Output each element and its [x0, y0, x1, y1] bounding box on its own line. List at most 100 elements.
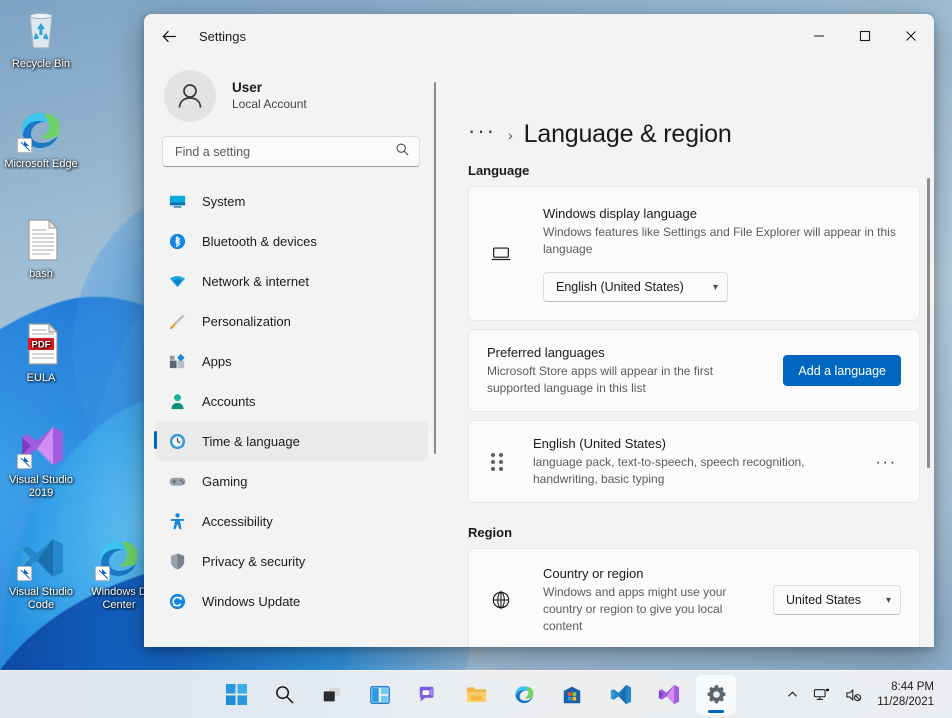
clock-globe-icon [166, 430, 188, 452]
settings-window[interactable]: Settings User Local Account Find a setti… [144, 14, 934, 647]
taskbar: 8:44 PM 11/28/2021 [0, 670, 952, 718]
sidebar-item-personalization[interactable]: Personalization [156, 301, 428, 341]
desktop-icon-label: Visual Studio 2019 [8, 474, 73, 499]
recycle-bin-icon [17, 6, 65, 54]
sidebar-item-time-language[interactable]: Time & language [154, 421, 428, 461]
sidebar-item-accessibility[interactable]: Accessibility [156, 501, 428, 541]
desktop-icon-label: Microsoft Edge [4, 158, 78, 170]
desktop-icon-recycle-bin[interactable]: Recycle Bin [2, 6, 80, 71]
card-description: Windows and apps might use your country … [543, 585, 727, 633]
update-icon [166, 590, 188, 612]
edge-icon [17, 106, 65, 154]
display-language-value: English (United States) [556, 280, 684, 294]
sidebar-item-accounts[interactable]: Accounts [156, 381, 428, 421]
sidebar-item-label: Gaming [202, 473, 248, 489]
file-explorer-button[interactable] [456, 675, 496, 715]
system-tray: 8:44 PM 11/28/2021 [780, 676, 952, 714]
content-scrollbar-thumb[interactable] [927, 178, 930, 468]
microsoft-store-button[interactable] [552, 675, 592, 715]
sidebar-item-label: Accounts [202, 393, 256, 409]
network-icon[interactable] [807, 676, 837, 714]
sidebar-item-bluetooth-devices[interactable]: Bluetooth & devices [156, 221, 428, 261]
maximize-button[interactable] [842, 14, 888, 58]
desktop-icon-visual-studio-code[interactable]: Visual Studio Code [2, 534, 80, 612]
content-scrollbar[interactable] [926, 78, 930, 641]
sidebar-item-apps[interactable]: Apps [156, 341, 428, 381]
taskbar-vscode-button[interactable] [600, 675, 640, 715]
desktop-icon-eula[interactable]: PDF EULA [2, 320, 80, 385]
taskbar-search-button[interactable] [264, 675, 304, 715]
sidebar-item-windows-update[interactable]: Windows Update [156, 581, 428, 621]
taskbar-edge-button[interactable] [504, 675, 544, 715]
svg-text:PDF: PDF [32, 340, 51, 351]
account-subtitle: Local Account [232, 97, 307, 111]
clock-date: 11/28/2021 [877, 695, 934, 708]
clock[interactable]: 8:44 PM 11/28/2021 [871, 680, 942, 710]
accessibility-icon [166, 510, 188, 532]
sidebar-item-label: Personalization [202, 313, 291, 329]
text-file-icon [17, 216, 65, 264]
card-language-entry-english-united-states[interactable]: English (United States) language pack, t… [468, 420, 920, 503]
paintbrush-icon [166, 310, 188, 332]
search-box[interactable] [162, 136, 420, 167]
country-or-region-combobox[interactable]: United States ▾ [773, 585, 901, 615]
account-block[interactable]: User Local Account [144, 58, 440, 136]
search-icon [395, 142, 410, 162]
globe-icon [487, 589, 515, 611]
desktop-icon-bash[interactable]: bash [2, 216, 80, 281]
gamepad-icon [166, 470, 188, 492]
edge-icon [95, 534, 143, 582]
add-a-language-button[interactable]: Add a language [783, 355, 901, 386]
taskbar-visual-studio-button[interactable] [648, 675, 688, 715]
back-button[interactable] [152, 19, 186, 53]
start-button[interactable] [216, 675, 256, 715]
desktop-icon-label: EULA [26, 372, 56, 384]
pdf-file-icon: PDF [17, 320, 65, 368]
breadcrumb: ··· › Language & region [468, 58, 934, 149]
desktop-icon-visual-studio-2019[interactable]: Visual Studio 2019 [2, 422, 80, 500]
chat-button[interactable] [408, 675, 448, 715]
card-preferred-languages[interactable]: Preferred languages Microsoft Store apps… [468, 329, 920, 412]
accounts-icon [166, 390, 188, 412]
sidebar-item-label: System [202, 193, 246, 209]
sidebar-nav: System Bluetooth & devices Network & int… [144, 181, 440, 647]
card-country-or-region[interactable]: Country or region Windows and apps might… [468, 548, 920, 647]
sidebar-item-label: Bluetooth & devices [202, 233, 317, 249]
main-content: ··· › Language & region Language Windows… [440, 58, 934, 647]
breadcrumb-overflow-button[interactable]: ··· [468, 119, 496, 144]
widgets-button[interactable] [360, 675, 400, 715]
desktop-icon-microsoft-edge[interactable]: Microsoft Edge [2, 106, 80, 171]
sidebar-scrollbar[interactable] [430, 82, 440, 647]
bluetooth-icon [166, 230, 188, 252]
card-title: Windows display language [543, 206, 697, 221]
sidebar-scrollbar-thumb[interactable] [434, 82, 436, 454]
page-title: Language & region [523, 120, 732, 148]
sidebar-item-gaming[interactable]: Gaming [156, 461, 428, 501]
sidebar-item-label: Accessibility [202, 513, 273, 529]
search-input[interactable] [175, 144, 395, 159]
card-windows-display-language[interactable]: Windows display language Windows feature… [468, 186, 920, 321]
desktop-icon-label: bash [29, 268, 53, 280]
taskbar-icons [216, 674, 736, 715]
show-hidden-icons-button[interactable] [780, 676, 805, 714]
taskbar-settings-button[interactable] [696, 674, 736, 715]
drag-handle-icon[interactable] [491, 452, 505, 471]
sidebar-item-privacy-security[interactable]: Privacy & security [156, 541, 428, 581]
window-titlebar[interactable]: Settings [144, 14, 934, 58]
clock-time: 8:44 PM [891, 680, 934, 693]
sidebar-item-label: Apps [202, 353, 232, 369]
close-button[interactable] [888, 14, 934, 58]
section-heading-language: Language [468, 163, 530, 178]
display-language-combobox[interactable]: English (United States) ▾ [543, 272, 728, 302]
sidebar-item-network-internet[interactable]: Network & internet [156, 261, 428, 301]
minimize-button[interactable] [796, 14, 842, 58]
language-options-ellipsis-button[interactable]: ··· [871, 447, 901, 477]
card-description: Microsoft Store apps will appear in the … [487, 364, 714, 395]
sidebar-item-label: Windows Update [202, 593, 301, 609]
task-view-button[interactable] [312, 675, 352, 715]
shortcut-arrow-icon [17, 138, 32, 153]
country-or-region-value: United States [786, 593, 862, 607]
volume-muted-icon[interactable] [839, 676, 869, 714]
chevron-down-icon: ▾ [885, 594, 891, 606]
sidebar-item-system[interactable]: System [156, 181, 428, 221]
